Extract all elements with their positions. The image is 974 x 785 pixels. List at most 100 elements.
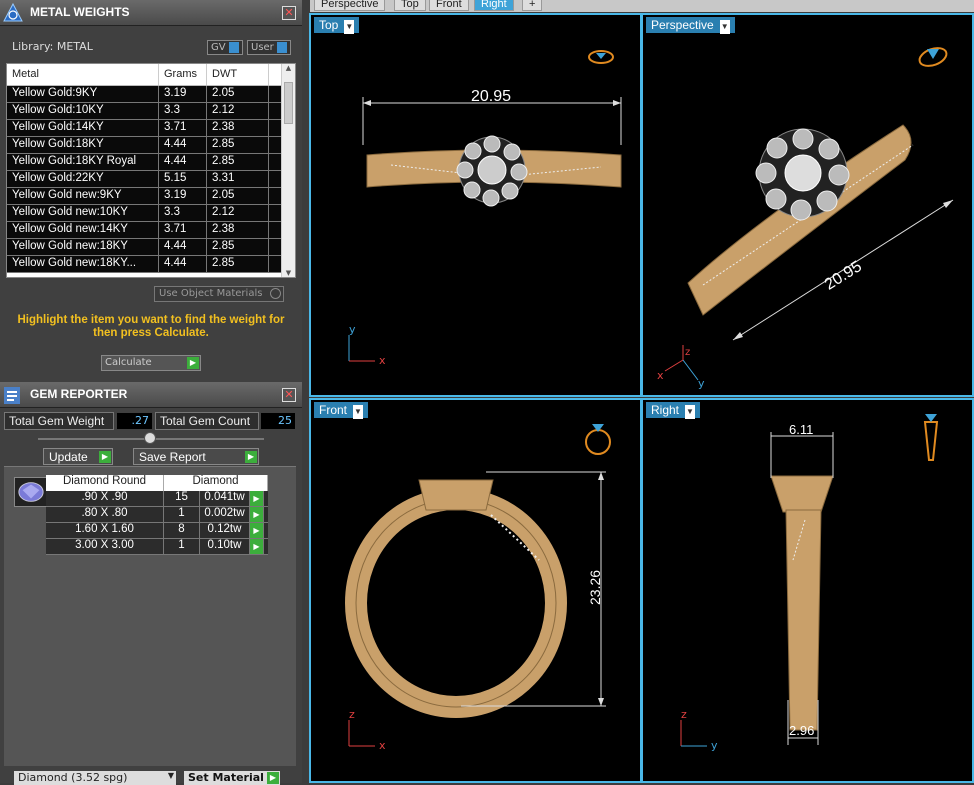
gem-row[interactable]: 3.00 X 3.00 1 0.10tw ▶ — [46, 539, 268, 555]
column-header[interactable]: DWT — [207, 64, 269, 85]
column-header[interactable]: Metal — [7, 64, 159, 85]
table-cell: .80 X .80 — [46, 507, 164, 522]
table-cell: 3.31 — [207, 171, 269, 187]
save-report-button[interactable]: Save Report ▶ — [133, 448, 259, 465]
table-cell: 2.12 — [207, 103, 269, 119]
tab-perspective[interactable]: Perspective — [314, 0, 386, 11]
table-row[interactable]: Yellow Gold:18KY 4.44 2.85 — [7, 137, 295, 154]
total-gem-weight-value: .27 — [117, 413, 152, 429]
table-cell: Yellow Gold:22KY — [7, 171, 159, 187]
table-cell: 4.44 — [159, 137, 207, 153]
axis-y-label: y — [698, 377, 705, 390]
table-cell: 2.85 — [207, 239, 269, 255]
table-row[interactable]: Yellow Gold:9KY 3.19 2.05 — [7, 86, 295, 103]
table-row[interactable]: Yellow Gold:22KY 5.15 3.31 — [7, 171, 295, 188]
tab-right[interactable]: Right — [474, 0, 514, 11]
table-cell: 3.19 — [159, 86, 207, 102]
view-cube-icon[interactable] — [588, 50, 614, 64]
select-gem-icon[interactable]: ▶ — [250, 491, 264, 506]
table-cell: 0.002tw — [200, 507, 250, 522]
table-row[interactable]: Yellow Gold new:9KY 3.19 2.05 — [7, 188, 295, 205]
play-icon: ▶ — [99, 451, 111, 463]
round-diamond-icon — [14, 477, 48, 507]
gem-reporter-header: GEM REPORTER ✕ — [0, 382, 302, 408]
axis-x-label: x — [379, 739, 386, 752]
scroll-down-icon[interactable]: ▼ — [282, 269, 295, 277]
viewport-tabs: Perspective Top Front Right + — [310, 0, 974, 12]
table-row[interactable]: Yellow Gold new:18KY... 4.44 2.85 — [7, 256, 295, 273]
material-select-value: Diamond (3.52 spg) — [18, 771, 128, 784]
total-gem-count-label: Total Gem Count — [155, 412, 259, 430]
table-cell: 2.85 — [207, 256, 269, 272]
select-gem-icon[interactable]: ▶ — [250, 507, 264, 522]
save-report-label: Save Report — [139, 450, 206, 464]
table-row[interactable]: Yellow Gold:18KY Royal 4.44 2.85 — [7, 154, 295, 171]
left-panel: METAL WEIGHTS ✕ Library: METAL GV User M… — [0, 0, 302, 785]
calculate-button[interactable]: Calculate ▶ — [101, 355, 201, 371]
axis-x-label: x — [657, 369, 664, 382]
add-tab-icon[interactable]: + — [522, 0, 543, 11]
select-gem-icon[interactable]: ▶ — [250, 539, 264, 554]
close-icon[interactable]: ✕ — [282, 6, 296, 20]
table-row[interactable]: Yellow Gold new:14KY 3.71 2.38 — [7, 222, 295, 239]
gv-toggle-label: GV — [211, 42, 226, 53]
view-cube-icon[interactable] — [917, 45, 949, 70]
perspective-view-drawing: 20.95 z x y — [657, 45, 954, 390]
table-row[interactable]: Yellow Gold new:10KY 3.3 2.12 — [7, 205, 295, 222]
tab-top[interactable]: Top — [394, 0, 426, 11]
table-cell: 2.12 — [207, 205, 269, 221]
table-cell: 2.85 — [207, 137, 269, 153]
scrollbar[interactable]: ▲ ▼ — [281, 64, 295, 277]
view-cube-icon[interactable] — [923, 414, 939, 461]
column-header: Diamond Round — [46, 475, 164, 491]
table-cell: 15 — [164, 491, 200, 506]
gv-toggle[interactable]: GV — [207, 40, 243, 55]
axis-x-label: x — [379, 354, 386, 367]
slider-handle[interactable] — [144, 432, 156, 444]
update-button[interactable]: Update ▶ — [43, 448, 113, 465]
metal-weights-title: METAL WEIGHTS — [30, 5, 130, 19]
table-cell: 4.44 — [159, 154, 207, 170]
viewport-perspective[interactable]: Perspective ▼ 20.95 z x y — [641, 13, 974, 397]
metal-rows: Yellow Gold:9KY 3.19 2.05 Yellow Gold:10KY 3… — [7, 86, 295, 273]
viewport-front[interactable]: Front ▼ 23.26 z x — [309, 398, 642, 783]
scroll-thumb[interactable] — [284, 82, 293, 124]
table-cell: Yellow Gold new:18KY... — [7, 256, 159, 272]
user-toggle[interactable]: User — [247, 40, 291, 55]
axis-y-label: y — [711, 739, 718, 752]
table-cell: 2.05 — [207, 188, 269, 204]
table-cell: 3.3 — [159, 103, 207, 119]
close-icon[interactable]: ✕ — [282, 388, 296, 402]
table-cell: 1.60 X 1.60 — [46, 523, 164, 538]
viewport-right[interactable]: Right ▼ 6.11 2.96 z y — [641, 398, 974, 783]
metal-weights-header: METAL WEIGHTS ✕ — [0, 0, 302, 26]
axis-z-label: z — [685, 347, 690, 358]
right-view-drawing: 6.11 2.96 z y — [680, 414, 939, 752]
toggle-indicator-icon — [228, 41, 239, 53]
view-cube-icon[interactable] — [585, 424, 611, 455]
front-view-drawing: 23.26 z x — [345, 424, 611, 752]
rhino-logo-icon — [3, 2, 23, 22]
use-object-materials-checkbox[interactable]: Use Object Materials — [154, 286, 284, 302]
calculate-label: Calculate — [105, 357, 152, 368]
user-toggle-label: User — [251, 42, 274, 53]
table-row[interactable]: Yellow Gold:14KY 3.71 2.38 — [7, 120, 295, 137]
column-header[interactable]: Grams — [159, 64, 207, 85]
axis-z-label: z — [681, 708, 687, 721]
gem-row[interactable]: .80 X .80 1 0.002tw ▶ — [46, 507, 268, 523]
table-row[interactable]: Yellow Gold new:18KY 4.44 2.85 — [7, 239, 295, 256]
gem-row[interactable]: .90 X .90 15 0.041tw ▶ — [46, 491, 268, 507]
total-gem-weight-label: Total Gem Weight — [4, 412, 114, 430]
table-cell: Yellow Gold:18KY Royal — [7, 154, 159, 170]
table-cell: 2.38 — [207, 222, 269, 238]
gem-row[interactable]: 1.60 X 1.60 8 0.12tw ▶ — [46, 523, 268, 539]
viewport-top[interactable]: Top ▼ 20.95 y x — [309, 13, 642, 397]
table-cell: .90 X .90 — [46, 491, 164, 506]
tab-front[interactable]: Front — [429, 0, 469, 11]
scroll-up-icon[interactable]: ▲ — [282, 64, 295, 72]
select-gem-icon[interactable]: ▶ — [250, 523, 264, 538]
table-cell: Yellow Gold:9KY — [7, 86, 159, 102]
gem-table: Diamond Round Diamond .90 X .90 15 0.041tw… — [46, 475, 268, 555]
table-row[interactable]: Yellow Gold:10KY 3.3 2.12 — [7, 103, 295, 120]
gem-report-icon — [4, 387, 20, 404]
